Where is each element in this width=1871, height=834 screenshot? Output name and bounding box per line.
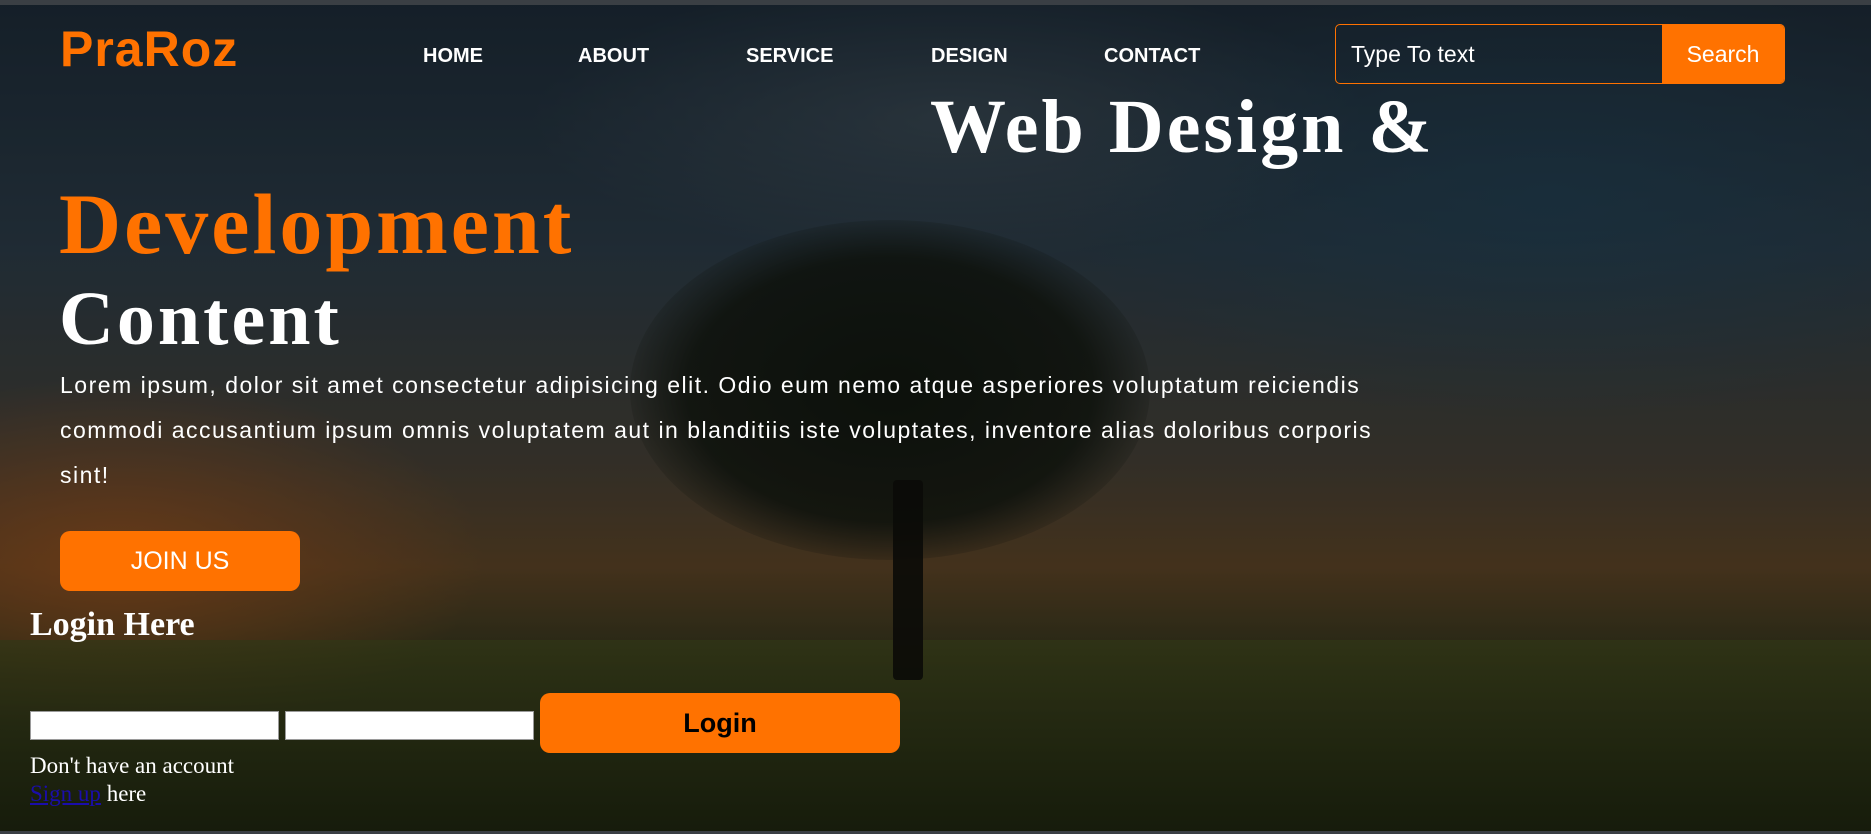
search-input[interactable] xyxy=(1336,25,1662,83)
search-bar: Search xyxy=(1335,24,1785,84)
nav-link-contact[interactable]: CONTACT xyxy=(1104,45,1200,68)
nav-link-home[interactable]: HOME xyxy=(423,45,483,68)
login-title: Login Here xyxy=(30,606,195,643)
window-top-edge xyxy=(0,0,1871,5)
nav-link-service[interactable]: SERVICE xyxy=(746,45,833,68)
hero-title-line-1: Web Design & xyxy=(930,85,1435,169)
signup-prompt: Don't have an account Sign up here xyxy=(30,752,234,808)
search-button[interactable]: Search xyxy=(1662,25,1784,83)
signup-suffix: here xyxy=(100,781,147,806)
login-button[interactable]: Login xyxy=(540,693,900,753)
signup-line: Sign up here xyxy=(30,780,234,808)
no-account-text: Don't have an account xyxy=(30,753,235,778)
signup-link[interactable]: Sign up xyxy=(30,781,101,806)
nav-link-design[interactable]: DESIGN xyxy=(931,45,1008,68)
hero-description: Lorem ipsum, dolor sit amet consectetur … xyxy=(60,372,1373,488)
hero-title-line-2: Development xyxy=(59,176,575,272)
join-us-button[interactable]: JOIN US xyxy=(60,531,300,591)
brand-logo[interactable]: PraRoz xyxy=(60,20,238,78)
hero-title-line-3: Content xyxy=(59,277,342,361)
nav-link-about[interactable]: ABOUT xyxy=(578,45,649,68)
login-username-field[interactable] xyxy=(30,711,279,740)
login-password-field[interactable] xyxy=(285,711,534,740)
